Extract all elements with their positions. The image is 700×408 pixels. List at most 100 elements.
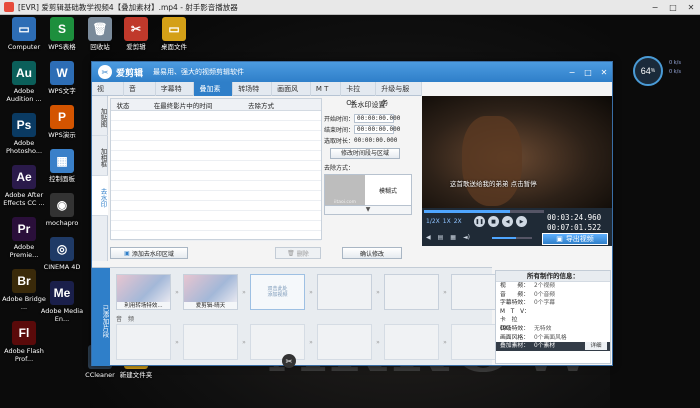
info-value: 无特效	[534, 325, 552, 332]
desktop-icon[interactable]: W WPS文字	[40, 61, 84, 95]
method-label: 去除方式：	[324, 165, 355, 172]
subtab-0[interactable]: 加贴图	[92, 96, 108, 136]
desktop-icon[interactable]: ◉ mochapro	[40, 193, 84, 227]
tab-5[interactable]: 画面风格	[272, 82, 311, 107]
subtab-1[interactable]: 加相框	[92, 136, 108, 176]
minimize-icon[interactable]: −	[646, 0, 664, 15]
audio-slot[interactable]	[116, 324, 171, 360]
speed-value: 64	[640, 66, 651, 76]
tab-3[interactable]: 叠加素材	[194, 82, 234, 107]
mochapro-icon: ◉	[50, 193, 74, 217]
info-key: 音 频：	[500, 291, 529, 298]
table-row[interactable]	[111, 221, 321, 231]
close-icon[interactable]: ✕	[682, 0, 700, 15]
speed-1x-button[interactable]: 1X	[443, 218, 451, 225]
add-video-slot[interactable]: 双击此处 添加视频	[250, 274, 305, 310]
desktop-icon-column-5: ▭ 桌面文件	[152, 17, 196, 61]
modify-time-region-button[interactable]: 修改时间段与区域	[330, 148, 400, 159]
table-row[interactable]	[111, 171, 321, 181]
tab-2[interactable]: 字幕特效	[156, 82, 195, 107]
scissors-icon[interactable]: ✂	[282, 354, 296, 368]
tab-7[interactable]: 卡拉OK	[341, 82, 377, 107]
info-key: 画面风格：	[500, 334, 529, 341]
prev-frame-icon[interactable]: ◀	[502, 216, 513, 227]
audio-slot[interactable]	[183, 324, 238, 360]
tab-0[interactable]: 视 频	[92, 82, 124, 107]
computer-icon: ▭	[12, 17, 36, 41]
editor-close-icon[interactable]: ✕	[596, 68, 612, 77]
export-video-button[interactable]: ▣ 导出视频	[542, 233, 608, 245]
timeline-clip[interactable]: 利用转场特效...	[116, 274, 171, 310]
production-info-panel: 所有制作的信息： 视 频： 2个视频音 频： 0个音频 字幕特效： 0个字幕 M T V：…	[495, 270, 611, 364]
rewind-icon[interactable]: ◀	[426, 234, 431, 241]
timeline-clip[interactable]: 爱剪辑-晴天	[183, 274, 238, 310]
start-time-input[interactable]: 00:00:00.000	[354, 114, 400, 123]
desktop-icon[interactable]: Me Adobe Media En...	[40, 281, 84, 323]
confirm-modify-button[interactable]: 确认修改	[342, 247, 402, 259]
table-row[interactable]	[111, 151, 321, 161]
detail-button[interactable]: 详细	[585, 342, 607, 351]
table-row[interactable]	[111, 111, 321, 121]
table-row[interactable]	[111, 131, 321, 141]
table-row[interactable]	[111, 181, 321, 191]
added-clips-tab[interactable]: 已添加片段	[92, 268, 110, 366]
desktop-icon-label: WPS演示	[48, 131, 76, 139]
maximize-icon[interactable]: □	[664, 0, 682, 15]
subtab-2[interactable]: 去水印	[92, 176, 108, 216]
player-app-icon	[4, 2, 14, 12]
audio-slot[interactable]	[250, 324, 305, 360]
open-icon[interactable]: ▦	[450, 234, 456, 241]
info-value: 2个视频	[534, 283, 556, 289]
tab-4[interactable]: 转场特效	[233, 82, 273, 107]
network-speed-meter[interactable]: 64%	[633, 56, 663, 86]
desktop-icon-label: Adobe Media En...	[40, 307, 84, 323]
table-row[interactable]	[111, 161, 321, 171]
table-row[interactable]	[111, 201, 321, 211]
chevron-right-icon: »	[175, 338, 179, 346]
desktop-icon[interactable]: ◎ CINEMA 4D	[40, 237, 84, 271]
chevron-down-icon[interactable]: ▼	[324, 206, 412, 215]
audio-slot[interactable]	[317, 324, 372, 360]
volume-slider[interactable]	[492, 237, 532, 239]
method-select[interactable]: iitaoi.com 模糊式	[324, 174, 412, 206]
wps-sheet-icon: S	[50, 17, 74, 41]
speed-half-button[interactable]: 1/2X	[426, 218, 440, 225]
audio-track: » » » » »	[116, 324, 506, 360]
speed-2x-button[interactable]: 2X	[454, 218, 462, 225]
table-row[interactable]	[111, 121, 321, 131]
empty-clip-slot[interactable]	[317, 274, 372, 310]
folder-icon[interactable]: ▤	[438, 234, 444, 241]
audio-slot[interactable]	[384, 324, 439, 360]
delete-button[interactable]: 🗑 删除	[275, 247, 321, 259]
editor-titlebar: ✂ 爱剪辑 最易用、强大的视频剪辑软件 − □ ✕	[92, 62, 612, 82]
table-row[interactable]	[111, 141, 321, 151]
editor-minimize-icon[interactable]: −	[564, 68, 580, 77]
clip-thumbnail	[117, 275, 170, 302]
table-row[interactable]	[111, 231, 321, 241]
table-row[interactable]	[111, 211, 321, 221]
tab-1[interactable]: 音 频	[124, 82, 156, 107]
video-preview[interactable]: 这首歌送给我的弟弟 点击暂停	[422, 96, 612, 208]
desktop-icon[interactable]: ▦ 控制面板	[40, 149, 84, 183]
progress-bar[interactable]	[424, 210, 544, 213]
trash-icon: 🗑	[287, 249, 295, 257]
chevron-right-icon: »	[376, 338, 380, 346]
empty-clip-slot[interactable]	[384, 274, 439, 310]
info-title: 所有制作的信息：	[496, 271, 610, 282]
adobe-photoshop-icon: Ps	[12, 113, 36, 137]
editor-maximize-icon[interactable]: □	[580, 68, 596, 77]
next-frame-icon[interactable]: ▶	[516, 216, 527, 227]
end-time-input[interactable]: 00:00:00.000	[354, 125, 400, 134]
volume-icon[interactable]: ◄)	[463, 234, 470, 241]
tab-8[interactable]: 升级与服务	[376, 82, 422, 107]
wps-writer-icon: W	[50, 61, 74, 85]
add-watermark-region-button[interactable]: ▣ 添加去水印区域	[110, 247, 188, 259]
desktop-icon[interactable]: P WPS演示	[40, 105, 84, 139]
adobe-bridge-icon: Br	[12, 269, 36, 293]
table-row[interactable]	[111, 191, 321, 201]
desktop-icon[interactable]: ▭ 桌面文件	[152, 17, 196, 51]
export-icon: ▣	[556, 235, 563, 243]
tab-6[interactable]: M T V	[311, 82, 342, 107]
stop-icon[interactable]: ■	[488, 216, 499, 227]
pause-icon[interactable]: ❚❚	[474, 216, 485, 227]
